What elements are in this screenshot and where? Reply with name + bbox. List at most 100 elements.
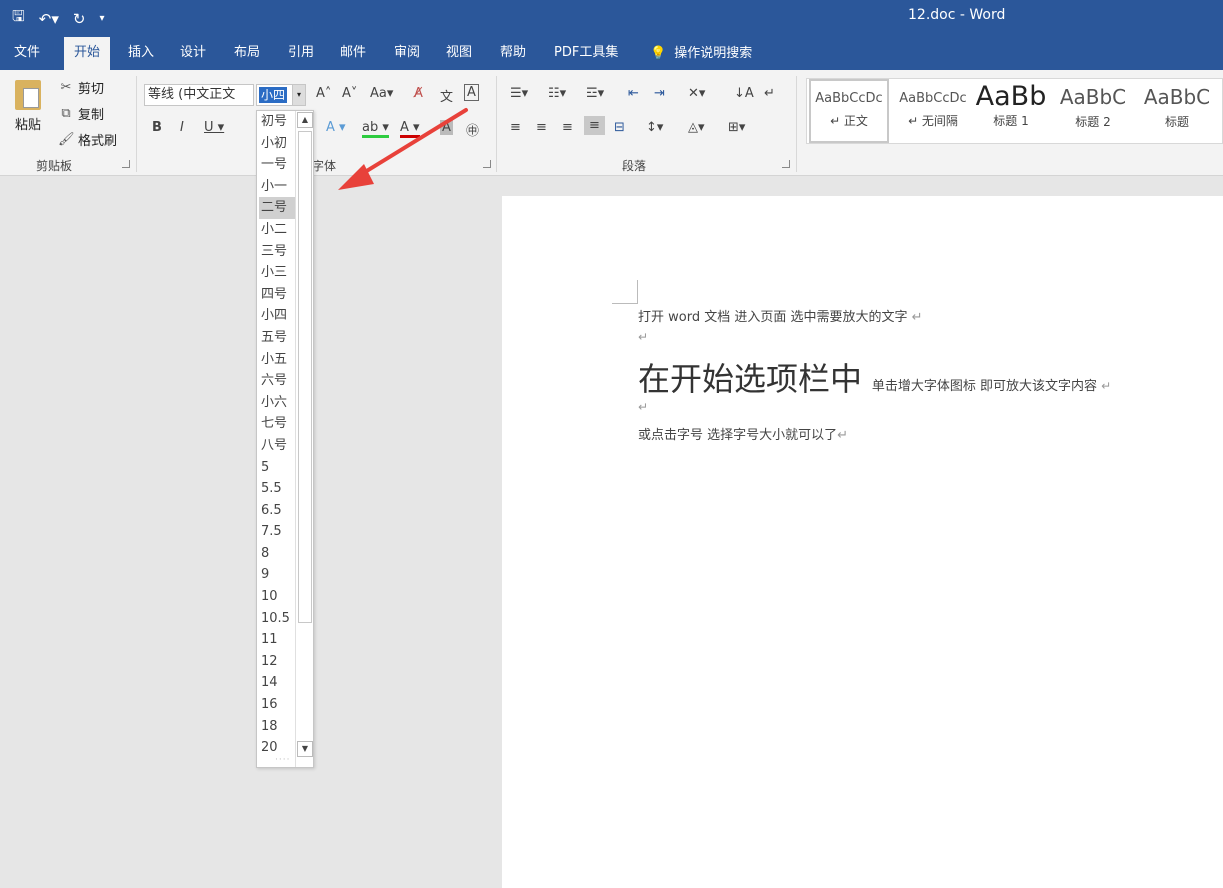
paragraph-launcher-icon[interactable]: [782, 160, 790, 168]
font-size-option[interactable]: 8: [259, 543, 295, 565]
justify-icon[interactable]: ≡: [584, 116, 605, 135]
tab-pdf-tools[interactable]: PDF工具集: [544, 37, 628, 70]
shading-icon[interactable]: ◬▾: [688, 120, 705, 135]
font-size-option[interactable]: 初号: [259, 111, 295, 133]
borders-icon[interactable]: ⊞▾: [728, 120, 745, 135]
scrollbar-thumb[interactable]: [298, 131, 312, 623]
format-painter-button[interactable]: 🖌 格式刷: [58, 130, 117, 149]
font-size-option[interactable]: 一号: [259, 154, 295, 176]
copy-button[interactable]: ⧉ 复制: [58, 104, 104, 123]
bullets-icon[interactable]: ☰▾: [510, 86, 528, 101]
font-size-option[interactable]: 小四: [259, 305, 295, 327]
underline-icon[interactable]: U ▾: [204, 120, 224, 135]
tab-home[interactable]: 开始: [64, 37, 111, 70]
decrease-indent-icon[interactable]: ⇤: [628, 86, 639, 101]
font-size-option[interactable]: 七号: [259, 413, 295, 435]
style-title[interactable]: AaBbC 标题: [1135, 79, 1219, 143]
font-size-option[interactable]: 小三: [259, 262, 295, 284]
character-shading-icon[interactable]: A: [440, 120, 453, 135]
empty-paragraph[interactable]: ↵: [638, 400, 648, 414]
font-size-option[interactable]: 小五: [259, 349, 295, 371]
font-size-option[interactable]: 9: [259, 564, 295, 586]
italic-icon[interactable]: I: [180, 120, 184, 135]
phonetic-guide-icon[interactable]: 文: [440, 86, 453, 105]
numbering-icon[interactable]: ☷▾: [548, 86, 566, 101]
font-size-option[interactable]: 10.5: [259, 608, 295, 630]
font-launcher-icon[interactable]: [483, 160, 491, 168]
font-size-option[interactable]: 5.5: [259, 478, 295, 500]
font-size-option[interactable]: 三号: [259, 241, 295, 263]
highlight-icon[interactable]: ab ▾: [362, 120, 389, 138]
empty-paragraph[interactable]: ↵: [638, 330, 648, 344]
bold-icon[interactable]: B: [152, 120, 162, 135]
undo-icon[interactable]: ↶▾: [39, 10, 59, 28]
font-size-option[interactable]: 八号: [259, 435, 295, 457]
style-normal[interactable]: AaBbCcDc ↵ 正文: [809, 79, 889, 143]
tab-file[interactable]: 文件: [4, 37, 50, 70]
tab-mailings[interactable]: 邮件: [330, 37, 376, 70]
font-name-box[interactable]: 等线 (中文正文: [144, 84, 254, 106]
font-size-box[interactable]: 小四 ▾: [256, 84, 306, 106]
font-size-option[interactable]: 小一: [259, 176, 295, 198]
change-case-icon[interactable]: Aa▾: [370, 86, 393, 101]
grow-font-icon[interactable]: A˄: [316, 86, 331, 101]
redo-icon[interactable]: ↻: [73, 10, 86, 28]
sort-icon[interactable]: ↓A: [734, 86, 754, 101]
dropdown-scrollbar[interactable]: ▲ ▼: [295, 111, 313, 767]
font-size-option[interactable]: 四号: [259, 284, 295, 306]
font-size-option[interactable]: 小初: [259, 133, 295, 155]
style-no-spacing[interactable]: AaBbCcDc ↵ 无间隔: [893, 79, 973, 143]
clipboard-launcher-icon[interactable]: [122, 160, 130, 168]
style-heading-2[interactable]: AaBbC 标题 2: [1051, 79, 1135, 143]
clear-formatting-icon[interactable]: A̸: [414, 86, 423, 101]
font-size-option[interactable]: 小六: [259, 392, 295, 414]
customize-qat-icon[interactable]: ▾: [99, 13, 104, 24]
font-size-option[interactable]: 12: [259, 651, 295, 673]
scroll-down-icon[interactable]: ▼: [297, 741, 313, 757]
font-size-option[interactable]: 六号: [259, 370, 295, 392]
font-size-option[interactable]: 11: [259, 629, 295, 651]
shrink-font-icon[interactable]: A˅: [342, 86, 357, 101]
tab-design[interactable]: 设计: [170, 37, 216, 70]
font-size-option[interactable]: 7.5: [259, 521, 295, 543]
scroll-up-icon[interactable]: ▲: [297, 112, 313, 128]
line-spacing-icon[interactable]: ↕▾: [646, 120, 663, 135]
font-size-option[interactable]: 五号: [259, 327, 295, 349]
font-size-option[interactable]: 18: [259, 716, 295, 738]
cut-button[interactable]: ✂ 剪切: [58, 78, 104, 97]
tab-insert[interactable]: 插入: [118, 37, 164, 70]
tell-me-search[interactable]: 💡 操作说明搜索: [650, 37, 752, 70]
align-center-icon[interactable]: ≡: [536, 120, 547, 135]
doc-line-2[interactable]: 在开始选项栏中 单击增大字体图标 即可放大该文字内容 ↵: [638, 354, 1111, 400]
font-size-option[interactable]: 16: [259, 694, 295, 716]
font-size-option[interactable]: 小二: [259, 219, 295, 241]
text-effects-icon[interactable]: A ▾: [326, 120, 346, 135]
character-border-icon[interactable]: A: [464, 84, 479, 101]
style-heading-1[interactable]: AaBb 标题 1: [975, 79, 1047, 143]
tab-view[interactable]: 视图: [436, 37, 482, 70]
chinese-layout-icon[interactable]: ✕▾: [688, 86, 705, 101]
align-right-icon[interactable]: ≡: [562, 120, 573, 135]
tab-help[interactable]: 帮助: [490, 37, 536, 70]
font-size-option[interactable]: 14: [259, 672, 295, 694]
paste-button[interactable]: 粘贴: [10, 80, 46, 133]
enclose-characters-icon[interactable]: ㊥: [466, 120, 479, 139]
document-page[interactable]: [502, 196, 1223, 888]
save-icon[interactable]: 🖫: [12, 6, 25, 31]
font-size-dropdown[interactable]: 初号 小初 一号 小一 二号 小二 三号 小三 四号 小四 五号 小五 六号 小六 七号 八号 5 5.5 6.5 7…: [256, 110, 314, 768]
show-marks-icon[interactable]: ↵: [764, 86, 775, 101]
tab-review[interactable]: 审阅: [384, 37, 430, 70]
resize-grip-icon[interactable]: ····: [275, 755, 290, 765]
tab-references[interactable]: 引用: [278, 37, 324, 70]
align-left-icon[interactable]: ≡: [510, 120, 521, 135]
font-size-option[interactable]: 二号: [259, 197, 295, 219]
chevron-down-icon[interactable]: ▾: [292, 85, 305, 105]
doc-line-1[interactable]: 打开 word 文档 进入页面 选中需要放大的文字 ↵: [638, 306, 923, 325]
doc-line-3[interactable]: 或点击字号 选择字号大小就可以了↵: [638, 424, 848, 443]
font-size-option[interactable]: 10: [259, 586, 295, 608]
font-color-icon[interactable]: A ▾: [400, 120, 420, 138]
multilevel-list-icon[interactable]: ☲▾: [586, 86, 604, 101]
font-size-option[interactable]: 5: [259, 457, 295, 479]
font-size-option[interactable]: 6.5: [259, 500, 295, 522]
distributed-icon[interactable]: ⊟: [614, 120, 625, 135]
